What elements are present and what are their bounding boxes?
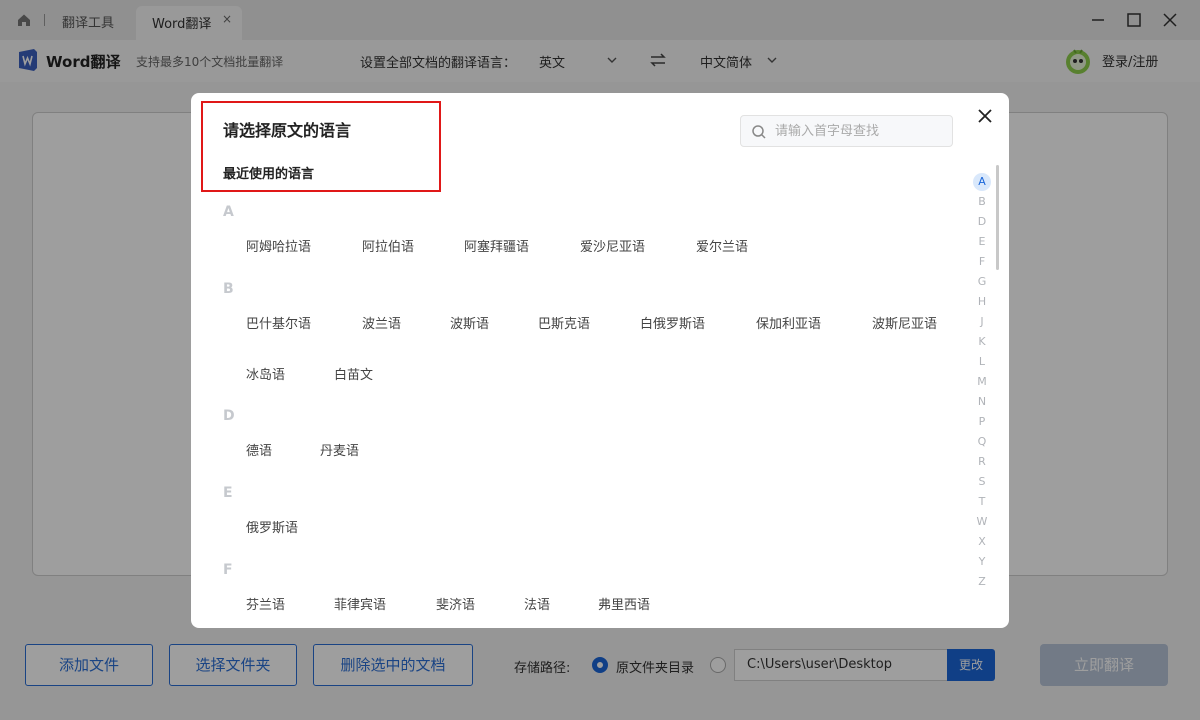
- language-option[interactable]: 巴斯克语: [538, 313, 590, 332]
- language-option[interactable]: 阿拉伯语: [362, 236, 414, 255]
- language-option[interactable]: 爱沙尼亚语: [580, 236, 645, 255]
- alpha-index-item[interactable]: B: [971, 193, 993, 211]
- alpha-index-item[interactable]: S: [971, 473, 993, 491]
- language-list: A 阿姆哈拉语 阿拉伯语 阿塞拜疆语 爱沙尼亚语 爱尔兰语 B 巴什基尔语 波兰…: [191, 193, 961, 628]
- search-box[interactable]: [740, 115, 953, 147]
- alpha-index-item[interactable]: X: [971, 533, 993, 551]
- close-icon[interactable]: [977, 108, 993, 124]
- language-option[interactable]: 弗里西语: [598, 594, 650, 613]
- alpha-index-item[interactable]: H: [971, 293, 993, 311]
- language-option[interactable]: 保加利亚语: [756, 313, 821, 332]
- alpha-index-item[interactable]: G: [971, 273, 993, 291]
- language-option[interactable]: 爱尔兰语: [696, 236, 748, 255]
- alpha-index-item[interactable]: E: [971, 233, 993, 251]
- language-option[interactable]: 巴什基尔语: [246, 313, 311, 332]
- alpha-index-item[interactable]: M: [971, 373, 993, 391]
- group-letter: F: [223, 562, 233, 578]
- modal-title: 请选择原文的语言: [223, 121, 352, 140]
- alpha-index-item[interactable]: Q: [971, 433, 993, 451]
- language-select-modal: 请选择原文的语言 最近使用的语言 A 阿姆哈拉语 阿拉伯语 阿塞拜疆语 爱沙尼亚…: [191, 93, 1009, 628]
- alpha-index-item[interactable]: T: [971, 493, 993, 511]
- language-option[interactable]: 法语: [524, 594, 550, 613]
- language-option[interactable]: 俄罗斯语: [246, 517, 298, 536]
- search-input[interactable]: [775, 117, 945, 145]
- language-option[interactable]: 波兰语: [362, 313, 401, 332]
- language-option[interactable]: 德语: [246, 440, 272, 459]
- language-option[interactable]: 菲律宾语: [334, 594, 386, 613]
- language-option[interactable]: 白俄罗斯语: [640, 313, 705, 332]
- language-option[interactable]: 阿塞拜疆语: [464, 236, 529, 255]
- group-letter: B: [223, 281, 234, 297]
- alpha-index-item[interactable]: P: [971, 413, 993, 431]
- alpha-index-item[interactable]: K: [971, 333, 993, 351]
- alpha-index-item[interactable]: Y: [971, 553, 993, 571]
- language-option[interactable]: 波斯语: [450, 313, 489, 332]
- alpha-index-item[interactable]: W: [971, 513, 993, 531]
- alpha-index-item[interactable]: L: [971, 353, 993, 371]
- language-option[interactable]: 芬兰语: [246, 594, 285, 613]
- alpha-index-item[interactable]: R: [971, 453, 993, 471]
- alpha-index-item[interactable]: D: [971, 213, 993, 231]
- language-option[interactable]: 白苗文: [334, 364, 373, 383]
- group-letter: A: [223, 204, 234, 220]
- language-option[interactable]: 阿姆哈拉语: [246, 236, 311, 255]
- language-option[interactable]: 斐济语: [436, 594, 475, 613]
- alpha-index-item[interactable]: A: [973, 173, 991, 191]
- language-option[interactable]: 波斯尼亚语: [872, 313, 937, 332]
- alpha-index-item[interactable]: J: [971, 313, 993, 331]
- language-option[interactable]: 丹麦语: [320, 440, 359, 459]
- search-icon: [752, 125, 766, 139]
- scrollbar[interactable]: [996, 165, 999, 270]
- recent-languages-label: 最近使用的语言: [223, 167, 315, 182]
- group-letter: D: [223, 408, 235, 424]
- alpha-index-item[interactable]: F: [971, 253, 993, 271]
- language-option[interactable]: 冰岛语: [246, 364, 285, 383]
- group-letter: E: [223, 485, 233, 501]
- alpha-index-item[interactable]: N: [971, 393, 993, 411]
- alpha-index-item[interactable]: Z: [971, 573, 993, 591]
